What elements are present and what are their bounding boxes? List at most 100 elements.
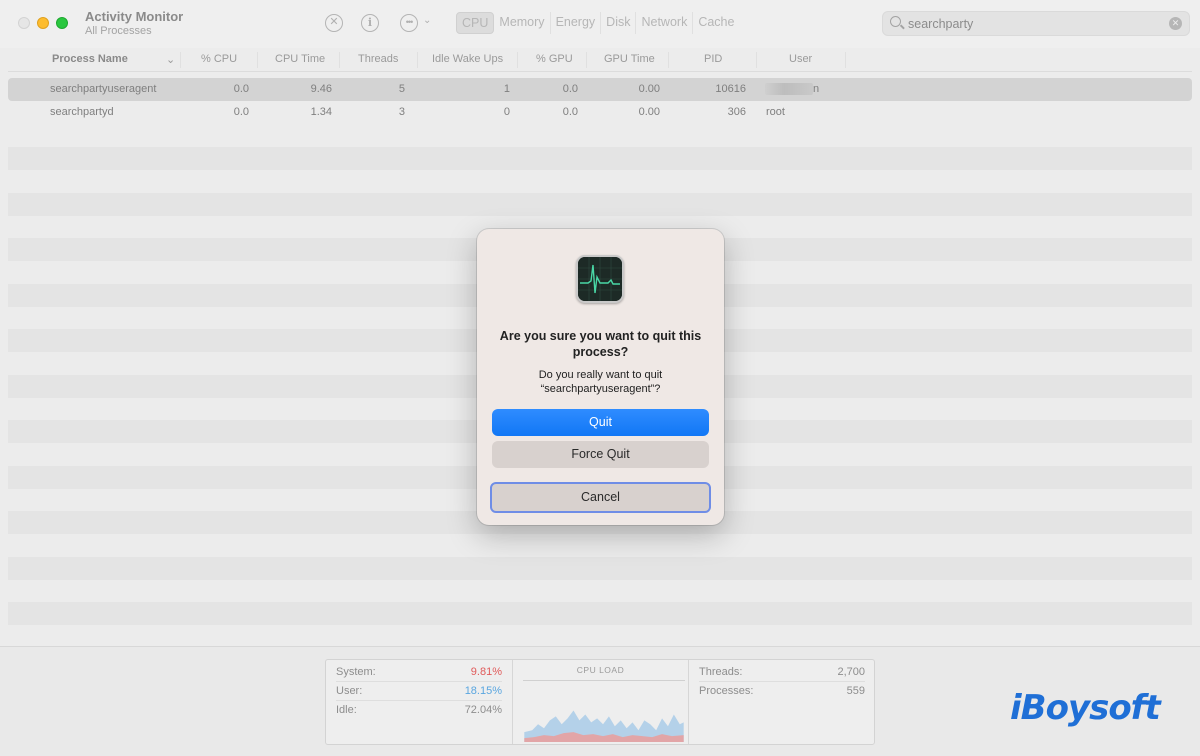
heartbeat-graph-icon bbox=[578, 257, 622, 301]
threads-cell: 5 bbox=[398, 83, 405, 95]
cpu-time-cell: 1.34 bbox=[310, 106, 332, 118]
dialog-message: Do you really want to quit “searchpartyu… bbox=[538, 369, 663, 395]
tab-network[interactable]: Network bbox=[636, 12, 694, 34]
cpu-percent-cell: 0.0 bbox=[233, 83, 249, 95]
minimize-window-button[interactable] bbox=[37, 17, 49, 29]
stop-process-button[interactable]: ✕ bbox=[325, 14, 343, 32]
user-label: User: bbox=[336, 685, 363, 697]
cpu-load-graph bbox=[523, 680, 685, 742]
dialog-title: Are you sure you want to quit this proce… bbox=[499, 329, 702, 359]
search-field[interactable]: ✕ bbox=[882, 11, 1190, 36]
tab-cpu[interactable]: CPU bbox=[456, 12, 495, 34]
table-row[interactable]: searchpartyuseragent 0.0 9.46 5 1 0.0 0.… bbox=[8, 78, 1192, 101]
tab-energy[interactable]: Energy bbox=[551, 12, 602, 34]
column-gpu-time[interactable]: GPU Time bbox=[604, 53, 655, 65]
process-counts: Threads: 2,700 Processes: 559 bbox=[688, 660, 875, 744]
empty-row bbox=[8, 602, 1192, 625]
idle-wake-ups-cell: 0 bbox=[503, 106, 510, 118]
threads-label: Threads: bbox=[699, 666, 743, 678]
stat-row-processes: Processes: 559 bbox=[699, 682, 865, 701]
cpu-load-title: CPU LOAD bbox=[576, 665, 625, 675]
window-toolbar: Activity Monitor All Processes ✕ i ••• ⌄… bbox=[0, 0, 1200, 48]
idle-wake-ups-cell: 1 bbox=[503, 83, 510, 95]
cancel-button[interactable]: Cancel bbox=[490, 482, 711, 513]
pid-cell: 306 bbox=[727, 106, 746, 118]
stat-row-system: System: 9.81% bbox=[336, 663, 502, 682]
close-window-button[interactable] bbox=[18, 17, 30, 29]
iboysoft-watermark-logo: iBoysoft bbox=[1010, 688, 1161, 728]
column-threads[interactable]: Threads bbox=[358, 53, 398, 65]
column-divider bbox=[517, 52, 518, 68]
category-tabs: CPU Memory Energy Disk Network Cache bbox=[456, 12, 744, 34]
column-divider bbox=[417, 52, 418, 68]
column-divider bbox=[756, 52, 757, 68]
window-title: Activity Monitor bbox=[85, 9, 184, 24]
window-subtitle: All Processes bbox=[85, 25, 152, 37]
search-icon bbox=[890, 16, 901, 27]
x-circle-icon: ✕ bbox=[329, 16, 339, 28]
user-cell: root bbox=[766, 106, 785, 118]
threads-cell: 3 bbox=[398, 106, 405, 118]
user-cell: n bbox=[765, 83, 820, 96]
cpu-percent-cell: 0.0 bbox=[233, 106, 249, 118]
gpu-time-cell: 0.00 bbox=[638, 106, 660, 118]
empty-row bbox=[8, 193, 1192, 216]
column-divider bbox=[339, 52, 340, 68]
empty-row bbox=[8, 147, 1192, 170]
gpu-time-cell: 0.00 bbox=[638, 83, 660, 95]
cpu-load-graph-panel: CPU LOAD bbox=[513, 660, 688, 744]
quit-button[interactable]: Quit bbox=[492, 409, 709, 436]
redacted-user-name bbox=[765, 83, 813, 96]
system-value: 9.81% bbox=[470, 666, 502, 678]
column-process-name[interactable]: Process Name bbox=[52, 53, 128, 65]
tab-cache[interactable]: Cache bbox=[693, 12, 739, 34]
process-name-cell: searchpartyuseragent bbox=[50, 83, 157, 95]
processes-value: 559 bbox=[846, 685, 865, 697]
cpu-time-cell: 9.46 bbox=[310, 83, 332, 95]
info-circle-icon: i bbox=[367, 16, 373, 29]
pid-cell: 10616 bbox=[715, 83, 746, 95]
processes-label: Processes: bbox=[699, 685, 754, 697]
inspect-process-button[interactable]: i bbox=[361, 14, 379, 32]
cpu-stats-panel: System: 9.81% User: 18.15% Idle: 72.04% … bbox=[325, 659, 875, 745]
quit-process-dialog: Are you sure you want to quit this proce… bbox=[477, 229, 724, 525]
column-cpu-percent[interactable]: % CPU bbox=[201, 53, 237, 65]
ellipsis-circle-icon: ••• bbox=[405, 17, 414, 27]
stat-row-threads: Threads: 2,700 bbox=[699, 663, 865, 682]
column-pid[interactable]: PID bbox=[704, 53, 722, 65]
idle-value: 72.04% bbox=[464, 704, 502, 716]
column-divider bbox=[668, 52, 669, 68]
chevron-down-icon: ⌄ bbox=[423, 15, 432, 26]
column-user[interactable]: User bbox=[789, 53, 812, 65]
search-input[interactable] bbox=[908, 15, 1158, 32]
column-divider bbox=[180, 52, 181, 68]
column-idle-wake-ups[interactable]: Idle Wake Ups bbox=[432, 53, 503, 65]
chevron-down-icon: ⌄ bbox=[166, 54, 176, 66]
column-divider bbox=[586, 52, 587, 68]
column-divider bbox=[257, 52, 258, 68]
threads-value: 2,700 bbox=[837, 666, 865, 678]
tab-memory[interactable]: Memory bbox=[494, 12, 551, 34]
stat-row-idle: Idle: 72.04% bbox=[336, 701, 502, 720]
table-header: Process Name ⌄ % CPU CPU Time Threads Id… bbox=[8, 48, 1192, 72]
column-cpu-time[interactable]: CPU Time bbox=[275, 53, 325, 65]
process-name-cell: searchpartyd bbox=[50, 106, 114, 118]
force-quit-button[interactable]: Force Quit bbox=[492, 441, 709, 468]
column-gpu-percent[interactable]: % GPU bbox=[536, 53, 573, 65]
empty-row bbox=[8, 557, 1192, 580]
system-label: System: bbox=[336, 666, 376, 678]
idle-label: Idle: bbox=[336, 704, 357, 716]
cpu-usage-breakdown: System: 9.81% User: 18.15% Idle: 72.04% bbox=[326, 660, 513, 744]
user-value: 18.15% bbox=[464, 685, 502, 697]
stat-row-user: User: 18.15% bbox=[336, 682, 502, 701]
zoom-window-button[interactable] bbox=[56, 17, 68, 29]
table-row[interactable]: searchpartyd 0.0 1.34 3 0 0.0 0.00 306 r… bbox=[8, 101, 1192, 124]
gpu-percent-cell: 0.0 bbox=[562, 106, 578, 118]
tab-disk[interactable]: Disk bbox=[601, 12, 637, 34]
clear-search-icon[interactable]: ✕ bbox=[1169, 17, 1182, 30]
more-actions-button[interactable]: ••• bbox=[400, 14, 418, 32]
gpu-percent-cell: 0.0 bbox=[562, 83, 578, 95]
user-cell-suffix: n bbox=[813, 83, 820, 95]
column-divider bbox=[845, 52, 846, 68]
activity-monitor-app-icon bbox=[576, 255, 624, 303]
